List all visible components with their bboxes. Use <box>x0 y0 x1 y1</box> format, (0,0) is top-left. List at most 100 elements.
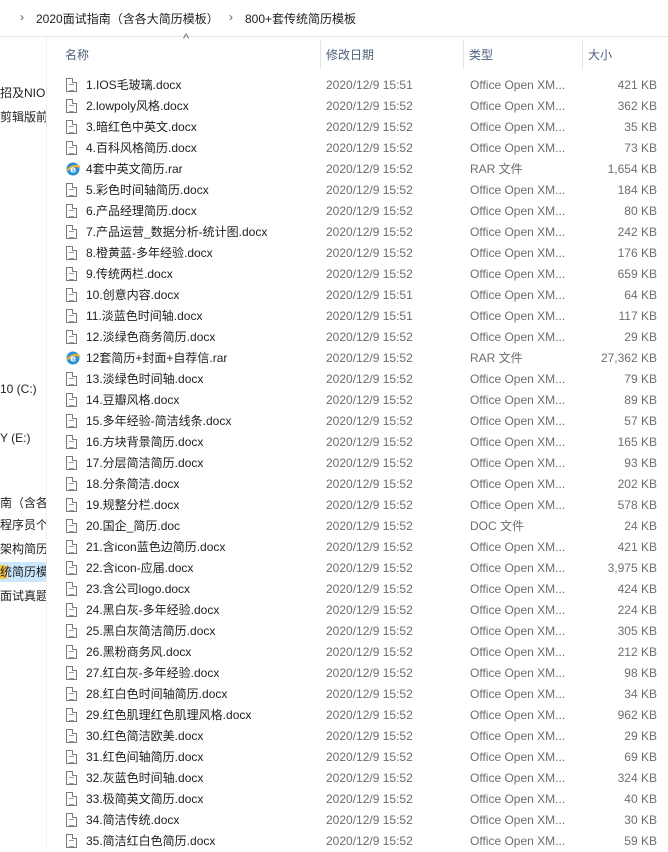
file-type: Office Open XM... <box>470 582 566 596</box>
file-row[interactable]: 22.含icon-应届.docx 2020/12/9 15:52 Office Op… <box>47 558 668 579</box>
document-icon <box>66 99 77 113</box>
navigation-pane[interactable]: 招及NIO内 剪辑版前 10 (C:) Y (E:) 南（含各 程序员个人 架构… <box>0 37 47 849</box>
file-row[interactable]: 6.产品经理简历.docx 2020/12/9 15:52 Office Open … <box>47 201 668 222</box>
document-icon <box>66 78 77 92</box>
document-icon <box>66 498 77 512</box>
file-row[interactable]: 14.豆瓣风格.docx 2020/12/9 15:52 Office Open X… <box>47 390 668 411</box>
file-name: 11.淡蓝色时间轴.docx <box>86 309 203 323</box>
file-row[interactable]: 24.黑白灰-多年经验.docx 2020/12/9 15:52 Office Op… <box>47 600 668 621</box>
nav-item[interactable]: 架构简历模 <box>0 539 46 559</box>
document-icon <box>66 309 77 323</box>
document-icon <box>66 330 77 344</box>
file-size: 242 KB <box>617 225 657 239</box>
svg-text:e: e <box>70 355 76 365</box>
file-row[interactable]: 33.极简英文简历.docx 2020/12/9 15:52 Office Open… <box>47 789 668 810</box>
file-size: 184 KB <box>617 183 657 197</box>
file-row[interactable]: 2.lowpoly风格.docx 2020/12/9 15:52 Office Op… <box>47 96 668 117</box>
file-type: Office Open XM... <box>470 288 566 302</box>
file-size: 659 KB <box>617 267 657 281</box>
file-row[interactable]: 34.简洁传统.docx 2020/12/9 15:52 Office Open X… <box>47 810 668 831</box>
file-size: 176 KB <box>617 246 657 260</box>
nav-item-drive-c[interactable]: 10 (C:) <box>0 379 37 399</box>
file-size: 424 KB <box>617 582 657 596</box>
document-icon <box>66 141 77 155</box>
file-size: 3,975 KB <box>607 561 657 575</box>
column-header-name[interactable]: 名称 <box>59 37 321 73</box>
file-size: 202 KB <box>617 477 657 491</box>
breadcrumb-item-current[interactable]: 800+套传统简历模板 <box>245 10 356 27</box>
file-modified-date: 2020/12/9 15:52 <box>326 414 413 428</box>
file-row[interactable]: 11.淡蓝色时间轴.docx 2020/12/9 15:51 Office Open… <box>47 306 668 327</box>
file-row[interactable]: 29.红色肌理红色肌理风格.docx 2020/12/9 15:52 Office … <box>47 705 668 726</box>
file-row[interactable]: 23.含公司logo.docx 2020/12/9 15:52 Office Ope… <box>47 579 668 600</box>
file-row[interactable]: 1.IOS毛玻璃.docx 2020/12/9 15:51 Office Open … <box>47 75 668 96</box>
file-name: 32.灰蓝色时间轴.docx <box>86 771 204 785</box>
file-modified-date: 2020/12/9 15:52 <box>326 246 413 260</box>
nav-item[interactable]: 程序员个人 <box>0 515 46 535</box>
file-type: Office Open XM... <box>470 561 566 575</box>
column-header-type[interactable]: 类型 <box>463 37 582 73</box>
breadcrumb-item-parent[interactable]: 2020面试指南（含各大简历模板） <box>36 10 219 27</box>
file-row[interactable]: 15.多年经验-简洁线条.docx 2020/12/9 15:52 Office O… <box>47 411 668 432</box>
file-row[interactable]: 26.黑粉商务风.docx 2020/12/9 15:52 Office Open … <box>47 642 668 663</box>
file-modified-date: 2020/12/9 15:52 <box>326 372 413 386</box>
file-modified-date: 2020/12/9 15:52 <box>326 225 413 239</box>
file-name: 13.淡绿色时间轴.docx <box>86 372 204 386</box>
file-row[interactable]: 19.规整分栏.docx 2020/12/9 15:52 Office Open X… <box>47 495 668 516</box>
file-row[interactable]: 13.淡绿色时间轴.docx 2020/12/9 15:52 Office Open… <box>47 369 668 390</box>
file-modified-date: 2020/12/9 15:52 <box>326 603 413 617</box>
file-row[interactable]: 31.红色间轴简历.docx 2020/12/9 15:52 Office Open… <box>47 747 668 768</box>
nav-item[interactable]: 南（含各 <box>0 493 46 513</box>
document-icon <box>66 477 77 491</box>
column-header-size[interactable]: 大小 <box>582 37 668 73</box>
file-row[interactable]: 8.橙黄蓝-多年经验.docx 2020/12/9 15:52 Office Ope… <box>47 243 668 264</box>
file-name: 34.简洁传统.docx <box>86 813 180 827</box>
file-type: Office Open XM... <box>470 99 566 113</box>
file-row[interactable]: 18.分条简洁.docx 2020/12/9 15:52 Office Open X… <box>47 474 668 495</box>
file-name: 27.红白灰-多年经验.docx <box>86 666 220 680</box>
file-name: 10.创意内容.docx <box>86 288 180 302</box>
address-bar[interactable]: › 2020面试指南（含各大简历模板） › 800+套传统简历模板 <box>0 0 668 37</box>
file-type: Office Open XM... <box>470 792 566 806</box>
file-row[interactable]: 3.暗红色中英文.docx 2020/12/9 15:52 Office Open … <box>47 117 668 138</box>
file-type: Office Open XM... <box>470 708 566 722</box>
file-row[interactable]: 27.红白灰-多年经验.docx 2020/12/9 15:52 Office Op… <box>47 663 668 684</box>
file-row[interactable]: 4.百科风格简历.docx 2020/12/9 15:52 Office Open … <box>47 138 668 159</box>
file-type: Office Open XM... <box>470 477 566 491</box>
file-row[interactable]: 10.创意内容.docx 2020/12/9 15:51 Office Open X… <box>47 285 668 306</box>
file-type: Office Open XM... <box>470 435 566 449</box>
nav-item-drive-e[interactable]: Y (E:) <box>0 428 30 448</box>
file-row[interactable]: 25.黑白灰简洁简历.docx 2020/12/9 15:52 Office Ope… <box>47 621 668 642</box>
file-row[interactable]: 30.红色简洁欧美.docx 2020/12/9 15:52 Office Open… <box>47 726 668 747</box>
file-row[interactable]: 5.彩色时间轴简历.docx 2020/12/9 15:52 Office Open… <box>47 180 668 201</box>
nav-item[interactable]: 剪辑版前 <box>0 107 46 127</box>
nav-item-selected[interactable]: 统简历模 <box>0 562 46 582</box>
file-row[interactable]: 21.含icon蓝色边简历.docx 2020/12/9 15:52 Office … <box>47 537 668 558</box>
nav-item[interactable]: 招及NIO内 <box>0 83 46 103</box>
document-icon <box>66 183 77 197</box>
file-row[interactable]: 16.方块背景简历.docx 2020/12/9 15:52 Office Open… <box>47 432 668 453</box>
file-row[interactable]: 9.传统两栏.docx 2020/12/9 15:52 Office Open XM… <box>47 264 668 285</box>
file-row[interactable]: e 4套中英文简历.rar 2020/12/9 15:52 RAR 文件 1,654 K… <box>47 159 668 180</box>
file-modified-date: 2020/12/9 15:52 <box>326 582 413 596</box>
document-icon <box>66 540 77 554</box>
file-row[interactable]: e 12套简历+封面+自荐信.rar 2020/12/9 15:52 RAR 文件 27… <box>47 348 668 369</box>
document-icon <box>66 792 77 806</box>
file-name: 21.含icon蓝色边简历.docx <box>86 540 226 554</box>
document-icon <box>66 225 77 239</box>
file-modified-date: 2020/12/9 15:52 <box>326 750 413 764</box>
file-row[interactable]: 20.国企_简历.doc 2020/12/9 15:52 DOC 文件 24 KB <box>47 516 668 537</box>
file-size: 40 KB <box>624 792 657 806</box>
file-row[interactable]: 17.分层简洁简历.docx 2020/12/9 15:52 Office Open… <box>47 453 668 474</box>
column-header-date[interactable]: 修改日期 <box>320 37 463 73</box>
file-type: Office Open XM... <box>470 645 566 659</box>
file-modified-date: 2020/12/9 15:52 <box>326 477 413 491</box>
file-name: 14.豆瓣风格.docx <box>86 393 180 407</box>
document-icon <box>66 582 77 596</box>
file-row[interactable]: 32.灰蓝色时间轴.docx 2020/12/9 15:52 Office Open… <box>47 768 668 789</box>
file-row[interactable]: 7.产品运营_数据分析-统计图.docx 2020/12/9 15:52 Offic… <box>47 222 668 243</box>
file-type: Office Open XM... <box>470 624 566 638</box>
file-row[interactable]: 12.淡绿色商务简历.docx 2020/12/9 15:52 Office Ope… <box>47 327 668 348</box>
file-row[interactable]: 28.红白色时间轴简历.docx 2020/12/9 15:52 Office Op… <box>47 684 668 705</box>
nav-item[interactable]: 面试真题 <box>0 586 46 606</box>
